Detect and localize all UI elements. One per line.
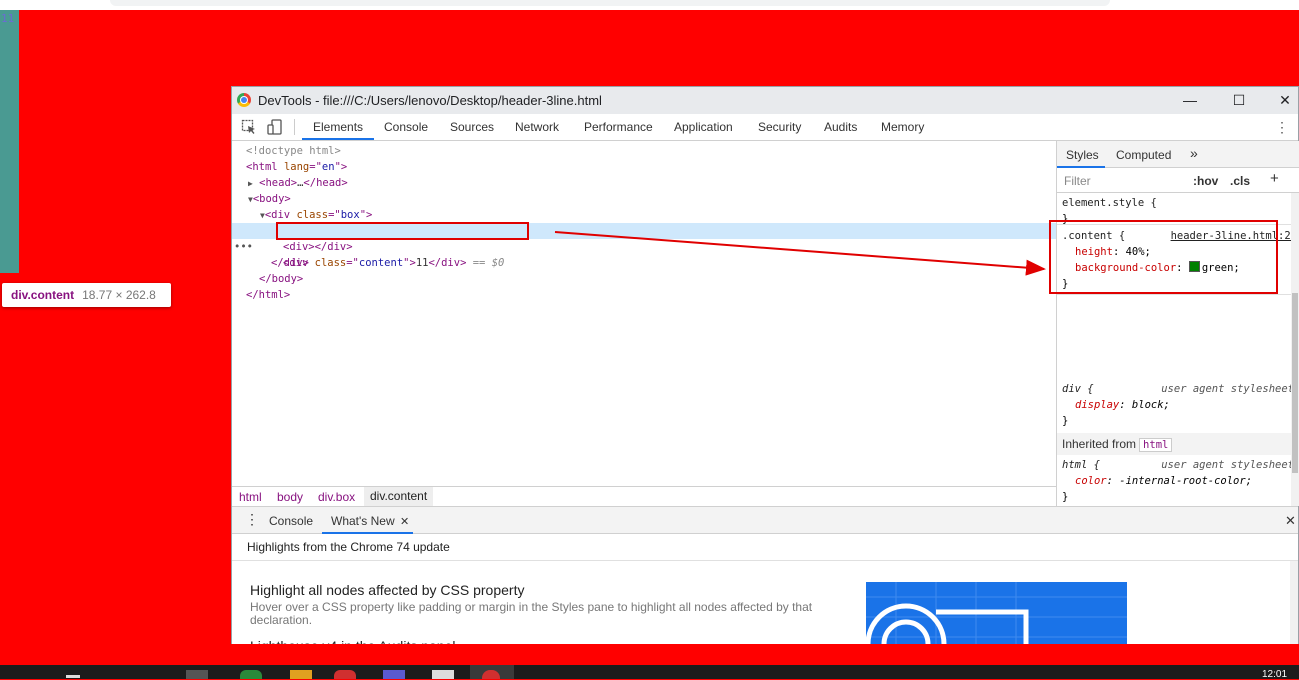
chrome-taskbar-icon[interactable]: [482, 670, 500, 679]
taskbar-app-icon[interactable]: [66, 675, 80, 678]
taskbar-clock: 12:01: [1262, 669, 1288, 680]
taskbar-app-icon[interactable]: [290, 670, 312, 679]
taskbar-app-icon[interactable]: [186, 670, 208, 679]
taskbar-app-icon[interactable]: [432, 670, 454, 679]
windows-taskbar: 12:01: [0, 665, 1299, 680]
taskbar-app-icon[interactable]: [383, 670, 405, 679]
taskbar-app-icon[interactable]: [334, 670, 356, 679]
taskbar-app-icon[interactable]: [240, 670, 262, 679]
annotation-arrow: [554, 231, 1046, 276]
